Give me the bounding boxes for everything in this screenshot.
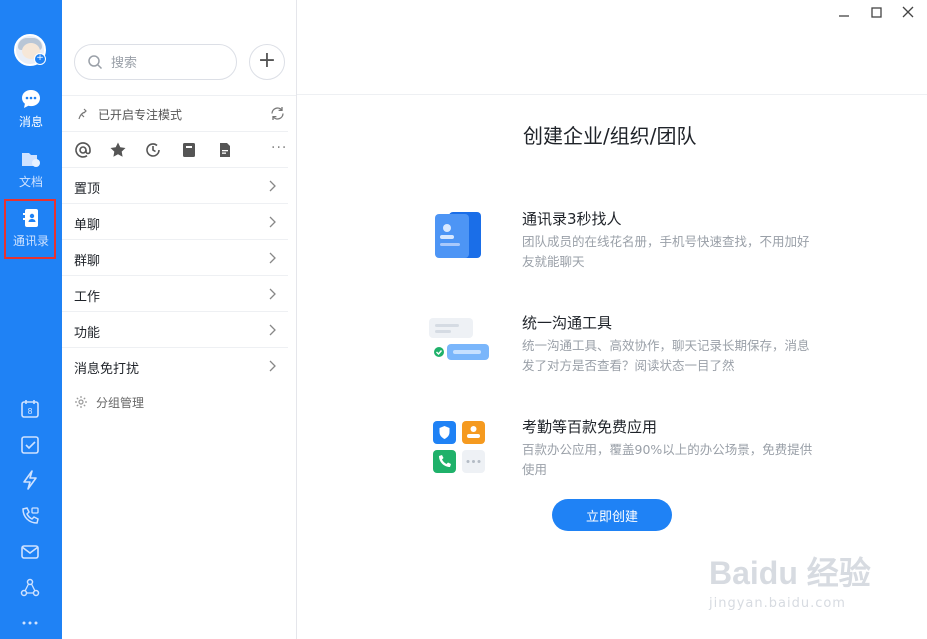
feature-desc: 统一沟通工具、高效协作，聊天记录长期保存，消息发了对方是否查看？阅读状态一目了然	[522, 338, 810, 373]
chat-illustration-icon	[429, 318, 489, 360]
quick-filter-row: ···	[62, 131, 288, 167]
nav-docs[interactable]: 文档	[0, 148, 62, 198]
nav-messages[interactable]: 消息	[0, 88, 62, 138]
todo-check-icon[interactable]	[19, 434, 41, 456]
group-manage-label: 分组管理	[96, 396, 145, 410]
contacts-book-illustration-icon	[435, 212, 481, 258]
list-item-label: 群聊	[74, 254, 101, 269]
close-icon[interactable]	[896, 4, 920, 22]
chevron-right-icon	[269, 324, 276, 336]
avatar-add-icon[interactable]: +	[34, 53, 46, 65]
nav-messages-label: 消息	[18, 115, 43, 129]
focus-mode-icon	[78, 108, 87, 120]
contact-groups-list: 置顶 单聊 群聊 工作 功能 消息免打扰	[62, 167, 288, 383]
chevron-right-icon	[269, 216, 276, 228]
feature-apps: 考勤等百款免费应用 百款办公应用，覆盖90%以上的办公场景，免费提供使用	[427, 416, 827, 496]
list-item-label: 工作	[74, 290, 101, 305]
add-button[interactable]: +	[249, 44, 285, 80]
page-title: 创建企业/组织/团队	[523, 124, 697, 148]
list-item-work[interactable]: 工作	[62, 275, 288, 311]
gear-icon	[75, 396, 87, 408]
contacts-sidebar: + 已开启专注模式 ···	[62, 0, 297, 639]
create-now-button[interactable]: 立即创建	[552, 499, 672, 531]
watermark-main: Baidu 经验	[709, 555, 871, 591]
list-item-label: 消息免打扰	[74, 362, 140, 377]
maximize-icon[interactable]	[864, 4, 888, 22]
search-icon	[88, 55, 103, 70]
chevron-right-icon	[269, 180, 276, 192]
mail-icon[interactable]	[19, 541, 41, 563]
focus-mode-row[interactable]: 已开启专注模式	[62, 95, 296, 131]
more-filters-button[interactable]: ···	[271, 140, 287, 156]
lightning-icon[interactable]	[19, 469, 41, 491]
nav-docs-label: 文档	[18, 175, 43, 189]
star-icon[interactable]	[109, 141, 127, 159]
feature-title: 统一沟通工具	[522, 314, 613, 332]
chevron-right-icon	[269, 360, 276, 372]
calendar-icon[interactable]: 8	[19, 398, 41, 420]
feature-title: 通讯录3秒找人	[522, 210, 622, 228]
watermark-sub: jingyan.baidu.com	[709, 596, 846, 611]
feature-desc: 百款办公应用，覆盖90%以上的办公场景，免费提供使用	[522, 442, 813, 477]
feature-communication: 统一沟通工具 统一沟通工具、高效协作，聊天记录长期保存，消息发了对方是否查看？阅…	[427, 312, 827, 392]
watermark: Baidu 经验 jingyan.baidu.com	[709, 548, 889, 620]
minimize-icon[interactable]	[832, 4, 856, 22]
list-item-label: 单聊	[74, 218, 101, 233]
at-icon[interactable]	[74, 141, 92, 159]
chat-bubble-icon	[22, 90, 40, 108]
focus-mode-text: 已开启专注模式	[98, 108, 183, 122]
folder-cloud-icon	[22, 153, 40, 167]
apps-grid-illustration-icon	[433, 421, 485, 473]
feature-contacts: 通讯录3秒找人 团队成员的在线花名册，手机号快速查找，不用加好友就能聊天	[427, 208, 827, 288]
archive-icon[interactable]	[180, 141, 198, 159]
list-item-functions[interactable]: 功能	[62, 311, 288, 347]
left-rail: + 消息 文档 通讯录 8	[0, 0, 62, 639]
list-item-pinned[interactable]: 置顶	[62, 167, 288, 203]
feature-title: 考勤等百款免费应用	[522, 418, 658, 436]
refresh-icon[interactable]	[269, 105, 286, 122]
list-item-single-chat[interactable]: 单聊	[62, 203, 288, 239]
list-item-label: 置顶	[74, 182, 101, 197]
more-dots-icon[interactable]	[19, 612, 41, 634]
list-item-group-chat[interactable]: 群聊	[62, 239, 288, 275]
main-topbar	[297, 0, 927, 95]
video-call-icon[interactable]	[19, 505, 41, 527]
main-panel: 创建企业/组织/团队 通讯录3秒找人 团队成员的在线花名册，手机号快速查找，不用…	[297, 0, 927, 639]
list-item-do-not-disturb[interactable]: 消息免打扰	[62, 347, 288, 383]
chevron-right-icon	[269, 288, 276, 300]
search-input[interactable]	[111, 53, 229, 73]
search-box[interactable]	[74, 44, 237, 80]
svg-text:8: 8	[27, 407, 32, 416]
nav-highlight-box	[4, 199, 56, 259]
list-item-label: 功能	[74, 326, 101, 341]
feature-desc: 团队成员的在线花名册，手机号快速查找，不用加好友就能聊天	[522, 234, 810, 269]
network-icon[interactable]	[19, 577, 41, 599]
chevron-right-icon	[269, 252, 276, 264]
file-icon[interactable]	[216, 141, 234, 159]
clock-icon[interactable]	[144, 141, 162, 159]
